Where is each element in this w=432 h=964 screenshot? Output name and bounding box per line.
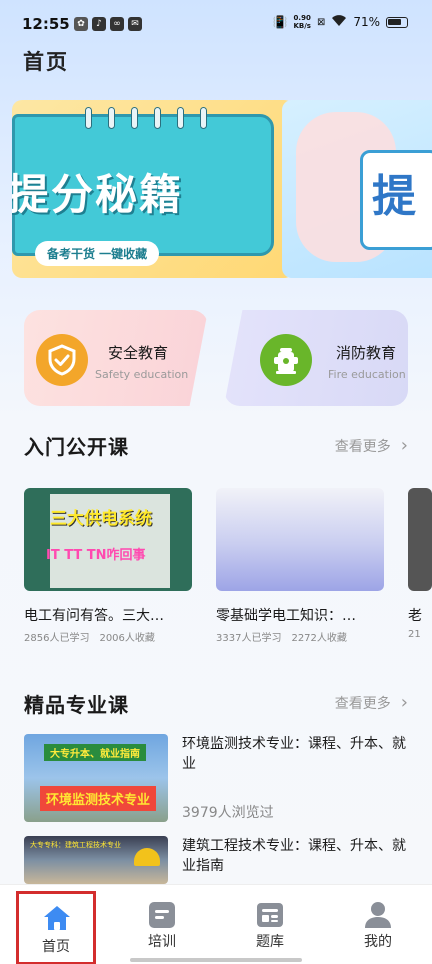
pro-course-title: 建筑工程技术专业：课程、升本、就业指南 xyxy=(182,838,406,874)
status-bar: 12:55 ✿ ♪ ∞ ✉ 📳 0.90 KB/s ⊠ 71% xyxy=(0,0,432,46)
bottom-tab-bar: 首页 培训 题库 我的 xyxy=(0,884,432,964)
home-icon xyxy=(43,904,71,932)
course-card[interactable]: 零基础学电工知识：… 3337人已学习 2272人收藏 xyxy=(216,488,384,644)
course-name: 电工有问有答。三大… xyxy=(24,608,164,624)
course-name: 零基础学电工知识：… xyxy=(216,608,356,624)
thumb-subtitle: IT TT TN咋回事 xyxy=(46,548,146,563)
shield-check-icon xyxy=(36,334,88,386)
tab-training[interactable]: 培训 xyxy=(124,885,200,961)
pro-course-item[interactable]: 大专专科：建筑工程技术专业 建筑工程技术专业：课程、升本、就业指南 xyxy=(24,836,408,884)
fire-education-title: 消防教育 xyxy=(336,344,397,362)
notebook-rings xyxy=(85,107,207,129)
pro-course-thumbnail: 大专专科：建筑工程技术专业 xyxy=(24,836,168,884)
link-app-icon: ∞ xyxy=(110,17,124,31)
course-card[interactable]: 老 21 xyxy=(408,488,432,640)
hard-hat-graphic xyxy=(134,848,160,866)
course-card[interactable]: 三大供电系统 IT TT TN咋回事 电工有问有答。三大… 2856人已学习 2… xyxy=(24,488,192,644)
learners-count: 2856人已学习 xyxy=(24,633,90,644)
fire-education-subtitle: Fire education xyxy=(328,368,406,381)
tiktok-icon: ♪ xyxy=(92,17,106,31)
fire-education-card[interactable]: 消防教育 Fire education xyxy=(224,310,408,406)
tab-label: 题库 xyxy=(256,934,284,950)
course-stats: 3337人已学习 2272人收藏 xyxy=(216,629,384,644)
wifi-icon xyxy=(331,14,347,30)
course-thumbnail: 三大供电系统 IT TT TN咋回事 xyxy=(24,488,192,591)
banner-next-text: 提 xyxy=(372,171,416,222)
question-bank-icon xyxy=(256,901,284,929)
net-speed-unit: KB/s xyxy=(293,22,311,30)
pro-courses-see-more[interactable]: 查看更多 › xyxy=(335,692,408,713)
battery-icon xyxy=(386,16,408,28)
learners-count: 3337人已学习 xyxy=(216,633,282,644)
thumb-tag: 大专专科：建筑工程技术专业 xyxy=(30,841,121,849)
thumb-title: 环境监测技术专业 xyxy=(40,786,157,811)
battery-percent: 71% xyxy=(353,15,380,29)
pro-course-views: 3979人浏览过 xyxy=(182,805,274,821)
status-right: 📳 0.90 KB/s ⊠ 71% xyxy=(272,14,408,30)
status-time: 12:55 xyxy=(22,15,70,33)
tab-label: 我的 xyxy=(364,934,392,950)
safety-education-title: 安全教育 xyxy=(108,344,169,362)
banner-pill: 备考干货 一键收藏 xyxy=(35,241,160,266)
no-sim-icon: ⊠ xyxy=(316,16,326,28)
pro-course-thumbnail: 大专升本、就业指南 环境监测技术专业 xyxy=(24,734,168,822)
see-more-label: 查看更多 xyxy=(334,695,391,712)
vibrate-icon: 📳 xyxy=(272,15,288,29)
thumb-title: 三大供电系统 xyxy=(50,509,152,529)
chevron-right-icon: › xyxy=(400,692,408,713)
home-indicator[interactable] xyxy=(130,958,302,962)
course-stats: 2856人已学习 2006人收藏 xyxy=(24,629,192,644)
open-courses-title: 入门公开课 xyxy=(24,435,129,459)
course-thumbnail xyxy=(216,488,384,591)
tab-profile[interactable]: 我的 xyxy=(340,885,416,961)
training-icon xyxy=(148,901,176,929)
course-stats: 21 xyxy=(408,629,432,640)
banner-next[interactable]: 提 xyxy=(282,100,432,278)
favorites-count: 2272人收藏 xyxy=(291,633,347,644)
app-notification-icon: ✿ xyxy=(74,17,88,31)
pro-course-item[interactable]: 大专升本、就业指南 环境监测技术专业 环境监测技术专业：课程、升本、就业 397… xyxy=(24,734,408,824)
chevron-right-icon: › xyxy=(400,435,408,456)
banner-notebook-graphic: 提分秘籍 备考干货 一键收藏 xyxy=(12,107,274,266)
tab-question-bank[interactable]: 题库 xyxy=(232,885,308,961)
open-courses-see-more[interactable]: 查看更多 › xyxy=(335,435,408,456)
profile-icon xyxy=(364,901,392,929)
safety-education-card[interactable]: 安全教育 Safety education xyxy=(24,310,208,406)
net-speed: 0.90 KB/s xyxy=(293,14,310,30)
banner-headline: 提分秘籍 xyxy=(12,170,184,219)
message-app-icon: ✉ xyxy=(128,17,142,31)
net-speed-value: 0.90 xyxy=(293,14,311,22)
tab-home[interactable]: 首页 xyxy=(16,891,96,964)
thumb-tag: 大专升本、就业指南 xyxy=(44,744,146,761)
course-name: 老 xyxy=(408,608,422,624)
pro-course-title: 环境监测技术专业：课程、升本、就业 xyxy=(182,736,406,772)
tab-label: 首页 xyxy=(42,939,70,955)
status-notification-icons: ✿ ♪ ∞ ✉ xyxy=(74,17,142,31)
favorites-count: 2006人收藏 xyxy=(99,633,155,644)
tab-label: 培训 xyxy=(148,934,176,950)
banner-main[interactable]: 提分秘籍 备考干货 一键收藏 xyxy=(12,100,294,278)
pro-courses-title: 精品专业课 xyxy=(24,693,129,717)
page-title: 首页 xyxy=(23,50,69,74)
course-thumbnail xyxy=(408,488,432,591)
fire-hydrant-icon xyxy=(260,334,312,386)
safety-education-subtitle: Safety education xyxy=(95,368,189,381)
see-more-label: 查看更多 xyxy=(334,438,391,455)
learners-count: 21 xyxy=(408,629,421,640)
